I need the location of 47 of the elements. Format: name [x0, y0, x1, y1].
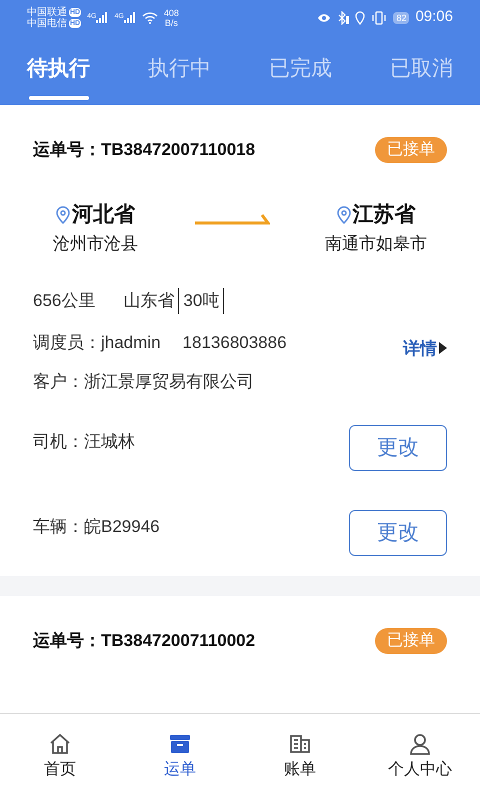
dispatcher: 调度员：jhadmin [33, 332, 161, 354]
vibrate-icon [371, 10, 388, 24]
status-badge: 已接单 [375, 137, 447, 163]
tab[interactable]: 已完成 [269, 53, 332, 100]
dispatcher-phone: 18136803886 [182, 332, 287, 354]
origin-province: 河北省 [72, 202, 135, 228]
distance: 656公里 [33, 290, 96, 312]
origin-city: 沧州市沧县 [53, 232, 138, 254]
waybill-number: 运单号：TB38472007110018 [33, 139, 256, 162]
nav-item[interactable]: 账单 [240, 714, 360, 800]
destination-province: 江苏省 [352, 202, 416, 228]
origin-region: 山东省 [123, 288, 180, 314]
status-badge: 已接单 [375, 628, 447, 654]
change-button[interactable]: 更改 [349, 424, 447, 470]
change-button[interactable]: 更改 [349, 510, 447, 556]
user-icon [408, 732, 432, 756]
carrier-name: 中国联通 [27, 6, 67, 18]
battery-level: 82 [393, 12, 410, 24]
location-pin-icon [56, 206, 70, 224]
nav-item[interactable]: 首页 [0, 714, 120, 800]
caret-icon [439, 342, 447, 354]
vehicle: 车辆：皖B29946 [33, 516, 160, 538]
destination-city: 南通市如皋市 [325, 232, 427, 254]
tab[interactable]: 已取消 [390, 53, 453, 100]
home-icon [48, 732, 72, 756]
network-speed: 408 [164, 8, 179, 18]
clock: 09:06 [415, 7, 453, 28]
driver: 司机：汪城林 [33, 430, 135, 452]
nav-item[interactable]: 运单 [120, 714, 240, 800]
speed-unit: B/s [164, 18, 178, 28]
tab[interactable]: 执行中 [148, 53, 211, 100]
carrier-name: 中国电信 [27, 18, 67, 28]
waybill-number: 运单号：TB38472007110002 [33, 630, 256, 652]
weight: 30吨 [179, 288, 224, 314]
location-icon [355, 10, 366, 24]
tab-indicator [28, 96, 88, 100]
eye-icon [317, 12, 332, 22]
bluetooth-icon [337, 10, 350, 24]
details-link[interactable]: 详情 [403, 336, 447, 361]
archive-box-icon [168, 732, 192, 756]
wifi-icon [142, 12, 158, 24]
tab[interactable]: 待执行 [27, 53, 90, 100]
location-pin-icon [336, 206, 350, 224]
signal-icon [96, 12, 108, 23]
nav-item[interactable]: 个人中心 [360, 714, 480, 800]
customer: 客户：浙江景厚贸易有限公司 [33, 371, 255, 393]
signal-icon [124, 12, 136, 23]
